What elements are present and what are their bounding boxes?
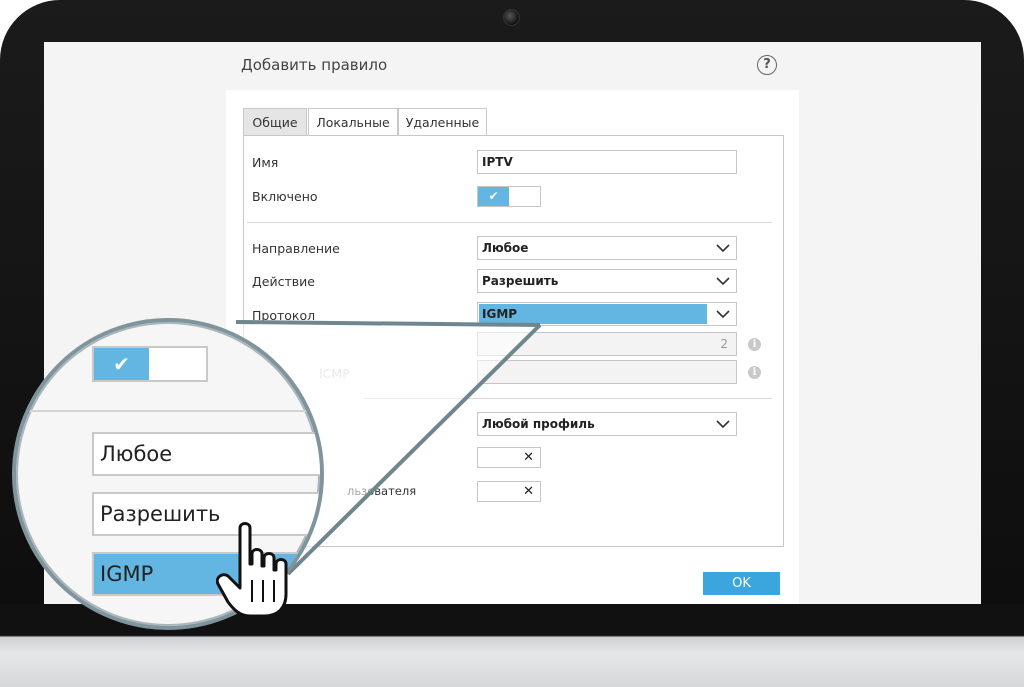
action-select[interactable]: Разрешить [477,269,737,293]
tab-local[interactable]: Локальные [308,108,398,135]
icmp-label: ICMP [319,366,350,381]
direction-value: Любое [482,241,529,255]
protocol-select[interactable]: IGMP [477,302,737,326]
enabled-label: Включено [252,189,318,204]
name-input[interactable]: IPTV [477,150,737,174]
enabled-toggle[interactable]: ✔ [477,186,541,207]
profile-select[interactable]: Любой профиль [477,412,737,436]
protocol-value: IGMP [482,307,518,321]
chevron-down-icon [716,277,730,286]
ok-button[interactable]: OK [703,572,780,595]
name-label: Имя [252,155,279,170]
user-label: льзователя [347,484,417,498]
icmp-input [477,360,737,384]
profile-value: Любой профиль [482,417,595,431]
divider [364,398,772,399]
dialog-title: Добавить правило [241,56,388,74]
hand-cursor-icon [216,522,288,618]
magnified-divider [16,410,320,412]
protocol-label: Протокол [252,308,316,323]
help-icon[interactable]: ? [757,55,777,75]
magnified-direction-field: Любое [92,432,320,476]
close-icon: ✕ [523,450,534,465]
chevron-down-icon [716,310,730,319]
chevron-down-icon [716,420,730,429]
divider [247,222,772,223]
ip-number-input: 2 [477,332,737,356]
tab-general[interactable]: Общие [243,108,307,135]
info-icon[interactable]: i [748,366,761,379]
tab-remote[interactable]: Удаленные [398,108,487,135]
direction-select[interactable]: Любое [477,236,737,260]
action-label: Действие [252,274,315,289]
close-icon: ✕ [523,484,534,499]
info-icon[interactable]: i [748,338,761,351]
toggle-off-2[interactable]: ✕ [477,481,541,502]
action-value: Разрешить [482,274,559,288]
toggle-off-1[interactable]: ✕ [477,447,541,468]
direction-label: Направление [252,241,340,256]
magnified-enabled-toggle: ✔ [92,346,208,382]
check-icon: ✔ [478,187,509,206]
webcam-icon [503,9,520,26]
chevron-down-icon [716,244,730,253]
check-icon: ✔ [94,348,149,380]
